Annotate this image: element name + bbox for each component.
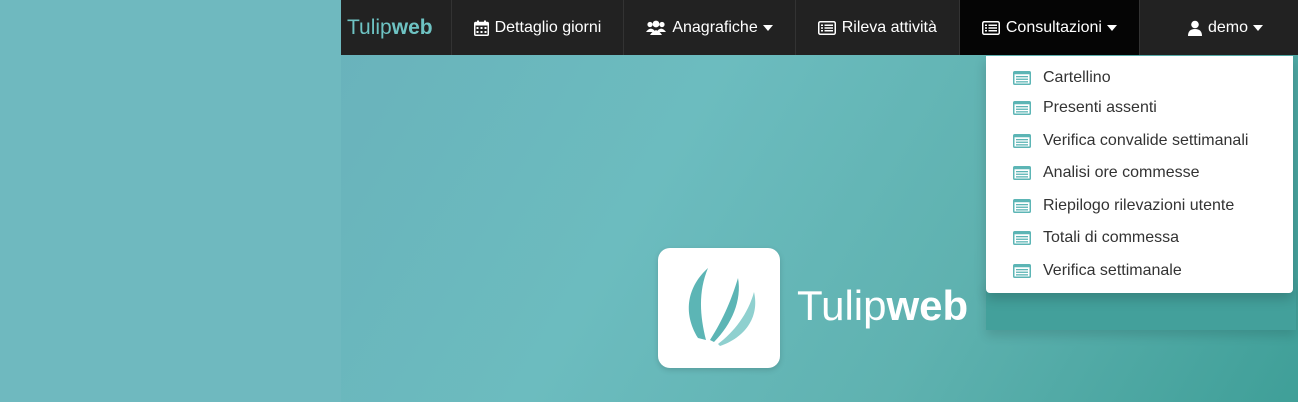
left-background	[0, 0, 341, 402]
hero-title-suffix: web	[886, 282, 969, 329]
list-alt-icon	[1013, 199, 1031, 218]
hero-title-prefix: Tulip	[797, 282, 887, 329]
dropdown-item-label: Verifica settimanale	[1043, 262, 1182, 279]
list-icon	[817, 20, 836, 35]
list-alt-icon	[1013, 71, 1031, 90]
nav-rileva-attivita[interactable]: Rileva attività	[796, 0, 960, 55]
calendar-icon	[473, 20, 489, 36]
dropdown-item-label: Analisi ore commesse	[1043, 164, 1200, 181]
dropdown-item-verifica-settimanale[interactable]: Verifica settimanale	[986, 257, 1293, 285]
top-navbar: Tulip web Dettaglio giorni Anagrafiche R…	[341, 0, 1298, 55]
dropdown-item-presenti-assenti[interactable]: Presenti assenti	[986, 94, 1293, 122]
nav-rileva-attivita-label: Rileva attività	[841, 18, 937, 36]
nav-consultazioni-label: Consultazioni	[1005, 18, 1102, 36]
dropdown-item-verifica-convalide[interactable]: Verifica convalide settimanali	[986, 127, 1293, 155]
tulip-logo-icon	[688, 268, 756, 346]
list-alt-icon	[1013, 231, 1031, 250]
dropdown-item-analisi-ore[interactable]: Analisi ore commesse	[986, 159, 1293, 187]
chevron-down-icon	[1252, 24, 1263, 31]
dropdown-item-label: Riepilogo rilevazioni utente	[1043, 197, 1235, 214]
hero-title: Tulipweb	[797, 282, 968, 330]
nav-anagrafiche-label: Anagrafiche	[672, 18, 758, 36]
list-alt-icon	[1013, 101, 1031, 120]
nav-dettaglio-giorni[interactable]: Dettaglio giorni	[452, 0, 625, 55]
dropdown-item-riepilogo[interactable]: Riepilogo rilevazioni utente	[986, 192, 1293, 220]
brand-prefix: Tulip	[347, 15, 392, 39]
list-alt-icon	[1013, 264, 1031, 283]
dropdown-item-label: Presenti assenti	[1043, 99, 1157, 116]
nav-anagrafiche[interactable]: Anagrafiche	[624, 0, 796, 55]
nav-user-menu[interactable]: demo	[1166, 0, 1263, 55]
brand-suffix: web	[391, 15, 433, 39]
list-alt-icon	[1013, 166, 1031, 185]
tulip-logo	[658, 248, 780, 368]
dropdown-item-label: Cartellino	[1043, 69, 1111, 86]
dropdown-item-cartellino[interactable]: Cartellino	[986, 64, 1293, 92]
chevron-down-icon	[762, 24, 773, 31]
list-icon	[981, 20, 1000, 35]
dropdown-item-totali-commessa[interactable]: Totali di commessa	[986, 224, 1293, 252]
consultazioni-dropdown: Cartellino Presenti assenti Verifica con…	[986, 56, 1293, 293]
dropdown-item-label: Verifica convalide settimanali	[1043, 132, 1249, 149]
chevron-down-icon	[1106, 24, 1117, 31]
list-alt-icon	[1013, 134, 1031, 153]
users-icon	[646, 20, 667, 36]
nav-dettaglio-giorni-label: Dettaglio giorni	[494, 18, 602, 36]
nav-consultazioni[interactable]: Consultazioni	[959, 0, 1140, 55]
user-icon	[1187, 20, 1202, 36]
dropdown-item-label: Totali di commessa	[1043, 229, 1180, 246]
nav-user-label: demo	[1207, 18, 1248, 36]
brand-link[interactable]: Tulip web	[341, 0, 452, 55]
